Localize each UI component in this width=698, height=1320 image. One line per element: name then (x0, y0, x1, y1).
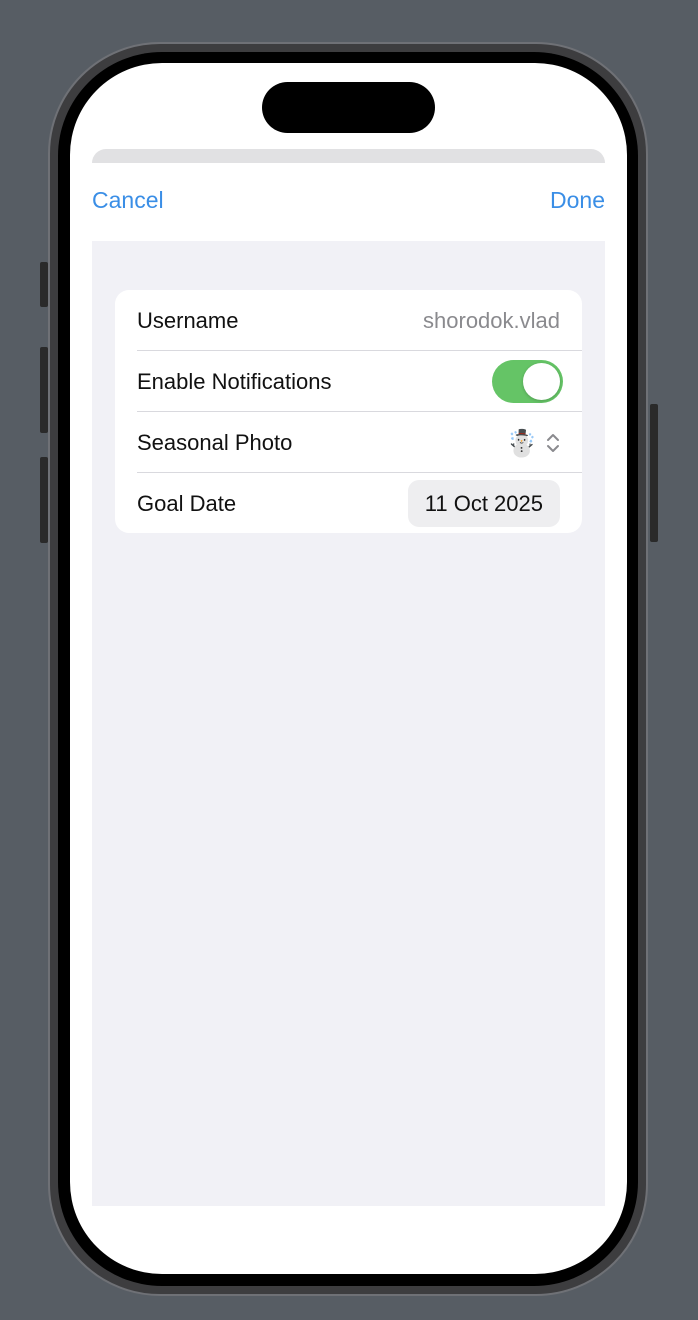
cancel-button[interactable]: Cancel (92, 185, 164, 215)
toggle-knob (523, 363, 560, 400)
snowman-icon: ☃️ (505, 428, 538, 458)
navigation-bar: Cancel Done (92, 163, 605, 241)
goal-date-picker[interactable]: 11 Oct 2025 (407, 480, 560, 527)
seasonal-photo-row: Seasonal Photo ☃️ (115, 412, 582, 473)
action-button (40, 262, 48, 307)
chevron-up-down-icon (547, 434, 559, 452)
settings-form: Username shorodok.vlad Enable Notificati… (92, 241, 605, 1206)
seasonal-photo-picker[interactable]: ☃️ (506, 426, 560, 460)
volume-down-button (40, 457, 48, 543)
phone-screen: Cancel Done Username shorodok.vlad Enabl… (70, 63, 627, 1274)
notifications-toggle[interactable] (492, 360, 563, 403)
username-value[interactable]: shorodok.vlad (423, 307, 560, 335)
power-button (650, 404, 658, 542)
modal-sheet: Cancel Done Username shorodok.vlad Enabl… (92, 163, 605, 1206)
seasonal-photo-label: Seasonal Photo (137, 430, 293, 455)
dynamic-island (262, 82, 435, 133)
done-button[interactable]: Done (550, 185, 605, 215)
username-label: Username (137, 308, 239, 333)
goal-date-label: Goal Date (137, 491, 237, 516)
volume-up-button (40, 347, 48, 433)
notifications-row: Enable Notifications (115, 351, 582, 412)
notifications-label: Enable Notifications (137, 369, 332, 394)
form-section: Username shorodok.vlad Enable Notificati… (115, 290, 582, 533)
username-row[interactable]: Username shorodok.vlad (115, 290, 582, 351)
goal-date-row: Goal Date 11 Oct 2025 (115, 473, 582, 533)
